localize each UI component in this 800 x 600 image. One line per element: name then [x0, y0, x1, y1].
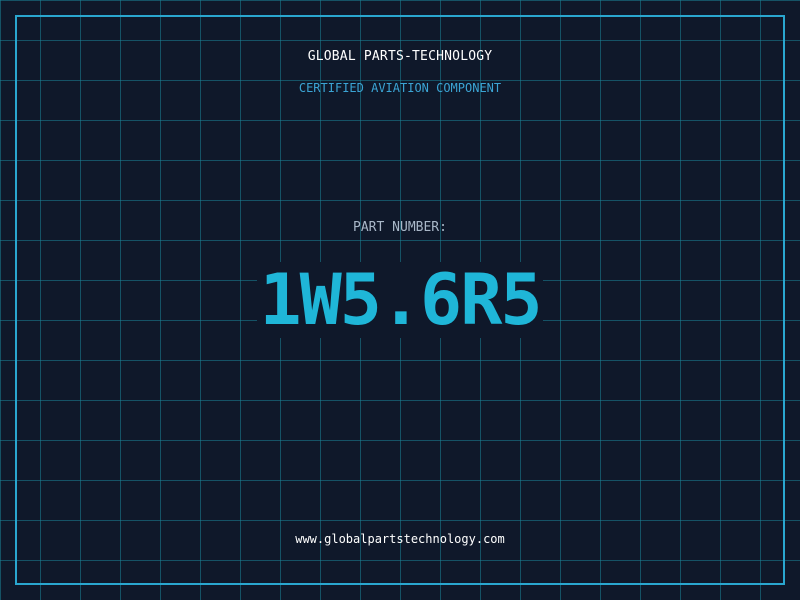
brand-title: GLOBAL PARTS-TECHNOLOGY — [307, 49, 493, 64]
website-link[interactable]: www.globalpartstechnology.com — [0, 531, 800, 547]
part-number-value: 1W5.6R5 — [257, 259, 543, 341]
part-number-container: 1W5.6R5 — [0, 262, 800, 338]
part-number-label: PART NUMBER: — [353, 220, 447, 235]
certification-subtitle: CERTIFIED AVIATION COMPONENT — [298, 81, 502, 95]
label-canvas: GLOBAL PARTS-TECHNOLOGY CERTIFIED AVIATI… — [0, 0, 800, 600]
